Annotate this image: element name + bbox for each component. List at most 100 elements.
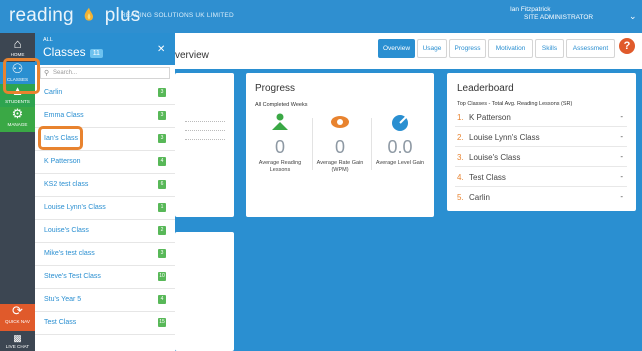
divider <box>185 139 225 140</box>
class-name: Mike's test class <box>44 250 95 257</box>
metric-value: 0 <box>274 137 285 157</box>
highlight-classes-nav <box>3 58 40 94</box>
progress-title: Progress <box>255 83 296 94</box>
rail-label-manage: MANAGE <box>7 122 28 127</box>
leaderboard-name: Carlin <box>469 193 490 202</box>
metric-level-gain: 0.0 Average Level Gain <box>370 113 430 167</box>
class-count-badge: 3 <box>158 249 166 258</box>
tab-overview[interactable]: Overview <box>378 39 415 58</box>
user-menu[interactable]: Ian Fitzpatrick SITE ADMINISTRATOR <box>510 6 593 22</box>
class-count-badge: 2 <box>158 226 166 235</box>
leaderboard-value: - <box>620 192 623 201</box>
search-placeholder: Search... <box>53 70 78 76</box>
class-count-badge: 15 <box>158 318 166 327</box>
metric-label: Average Rate Gain (WPM) <box>316 160 364 173</box>
leaderboard-name: Louise's Class <box>469 153 521 162</box>
leaderboard-name: K Patterson <box>469 113 511 122</box>
help-icon[interactable]: ? <box>619 38 635 54</box>
metric-reading-lessons: 0 Average Reading Lessons <box>250 113 310 173</box>
class-search-input[interactable]: ⚲ Search... <box>40 67 170 79</box>
lower-card <box>175 232 234 351</box>
class-count-badge: 11 <box>89 49 103 58</box>
class-list: Carlin 3 Emma Class 3 Ian's Class 3 K Patte… <box>35 82 175 335</box>
leaderboard-row[interactable]: 5. Carlin - <box>455 188 627 207</box>
close-icon[interactable]: ✕ <box>157 44 165 55</box>
flame-logo-icon <box>84 7 94 21</box>
class-item-mikes-test[interactable]: Mike's test class 3 <box>35 243 175 266</box>
class-item-steves-test[interactable]: Steve's Test Class 10 <box>35 266 175 289</box>
classes-panel: ALL Classes 11 ✕ ⚲ Search... Carlin 3 Emma… <box>35 33 175 351</box>
leaderboard-row[interactable]: 1. K Patterson - <box>455 108 627 127</box>
panel-title-text: Classes <box>43 45 86 59</box>
tab-usage[interactable]: Usage <box>417 39 447 58</box>
metric-rate-gain: 0 Average Rate Gain (WPM) <box>310 113 370 173</box>
class-name: KS2 test class <box>44 181 89 188</box>
rail-label-students: STUDENTS <box>5 99 30 104</box>
leaderboard-rank: 1. <box>457 113 464 122</box>
class-name: Emma Class <box>44 112 84 119</box>
class-item-louises-class[interactable]: Louise's Class 2 <box>35 220 175 243</box>
tab-assessment[interactable]: Assessment <box>566 39 615 58</box>
tab-progress[interactable]: Progress <box>449 39 486 58</box>
gear-icon: ⚙ <box>11 106 24 121</box>
class-count-badge: 3 <box>158 134 166 143</box>
class-count-badge: 4 <box>158 295 166 304</box>
leaderboard-card: Leaderboard Top Classes - Total Avg. Rea… <box>447 73 636 211</box>
tab-skills[interactable]: Skills <box>535 39 564 58</box>
panel-all-label: ALL <box>43 37 53 43</box>
logo-text-reading: reading <box>9 5 74 26</box>
reader-icon <box>272 113 288 130</box>
class-item-test-class[interactable]: Test Class 15 <box>35 312 175 335</box>
class-name: Steve's Test Class <box>44 273 101 280</box>
classes-panel-header: ALL Classes 11 ✕ <box>35 33 175 65</box>
class-count-badge: 10 <box>158 272 166 281</box>
leaderboard-row[interactable]: 3. Louise's Class - <box>455 148 627 167</box>
leaderboard-value: - <box>620 112 623 121</box>
leaderboard-value: - <box>620 152 623 161</box>
class-count-badge: 3 <box>158 88 166 97</box>
eye-icon <box>331 116 349 128</box>
metric-label: Average Level Gain <box>375 160 425 166</box>
class-item-carlin[interactable]: Carlin 3 <box>35 82 175 105</box>
class-name: Louise Lynn's Class <box>44 204 106 211</box>
progress-card: Progress All Completed Weeks 0 Average R… <box>246 73 434 217</box>
chevron-down-icon[interactable]: ⌄ <box>629 11 637 22</box>
class-item-k-patterson[interactable]: K Patterson 4 <box>35 151 175 174</box>
user-name: Ian Fitzpatrick <box>510 6 551 13</box>
compass-icon: ⟳ <box>12 303 23 318</box>
class-item-louise-lynn[interactable]: Louise Lynn's Class 1 <box>35 197 175 220</box>
class-name: Test Class <box>44 319 77 326</box>
rail-label-quick: QUICK NAV <box>5 319 30 324</box>
leaderboard-row[interactable]: 2. Louise Lynn's Class - <box>455 128 627 147</box>
class-count-badge: 6 <box>158 180 166 189</box>
leaderboard-subtitle: Top Classes - Total Avg. Reading Lessons… <box>457 101 573 107</box>
rail-item-live-chat[interactable]: ▩ LIVE CHAT <box>0 333 35 351</box>
leaderboard-title: Leaderboard <box>457 83 514 94</box>
tab-motivation[interactable]: Motivation <box>488 39 533 58</box>
class-item-stus-year-5[interactable]: Stu's Year 5 4 <box>35 289 175 312</box>
rail-item-quick-nav[interactable]: ⟳ QUICK NAV <box>0 304 35 331</box>
rail-item-manage[interactable]: ⚙ MANAGE <box>0 107 35 132</box>
divider <box>185 121 225 122</box>
highlight-ians-class <box>38 126 83 150</box>
page-title: verview <box>175 50 209 61</box>
class-count-badge: 4 <box>158 157 166 166</box>
progress-subtitle: All Completed Weeks <box>255 102 308 108</box>
class-name: K Patterson <box>44 158 81 165</box>
leaderboard-rank: 5. <box>457 193 464 202</box>
class-item-ks2-test[interactable]: KS2 test class 6 <box>35 174 175 197</box>
leaderboard-name: Louise Lynn's Class <box>469 133 540 142</box>
company-name: READING SOLUTIONS UK LIMITED <box>121 12 234 19</box>
leaderboard-rank: 4. <box>457 173 464 182</box>
class-count-badge: 1 <box>158 203 166 212</box>
metric-value: 0.0 <box>387 137 413 157</box>
leaderboard-rank: 2. <box>457 133 464 142</box>
chat-icon: ▩ <box>13 333 22 343</box>
rail-label-chat: LIVE CHAT <box>5 344 30 349</box>
leaderboard-row[interactable]: 4. Test Class - <box>455 168 627 187</box>
class-item-emma[interactable]: Emma Class 3 <box>35 105 175 128</box>
top-bar: reading plus READING SOLUTIONS UK LIMITE… <box>0 0 642 33</box>
leaderboard-rank: 3. <box>457 153 464 162</box>
user-role: SITE ADMINISTRATOR <box>524 14 594 21</box>
class-count-badge: 3 <box>158 111 166 120</box>
